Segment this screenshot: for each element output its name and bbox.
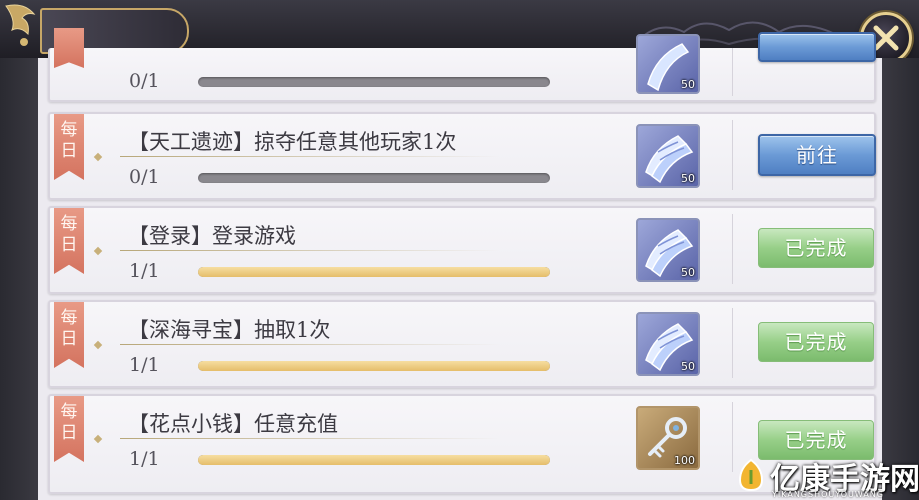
daily-badge xyxy=(54,28,84,68)
daily-badge: 每日 xyxy=(54,302,84,368)
diamond-marker xyxy=(93,434,103,444)
divider xyxy=(732,120,733,190)
task-row: 每日 【深海寻宝】抽取1次 1/1 50 已完成 xyxy=(48,300,876,388)
task-progress-text: 1/1 xyxy=(129,260,160,282)
divider xyxy=(732,402,733,472)
task-progress-bar xyxy=(198,267,550,277)
task-progress-bar xyxy=(198,77,550,87)
daily-badge: 每日 xyxy=(54,208,84,274)
daily-badge: 每日 xyxy=(54,114,84,180)
daily-badge: 每日 xyxy=(54,396,84,462)
reward-count: 100 xyxy=(674,454,695,467)
task-progress-text: 1/1 xyxy=(129,448,160,470)
task-progress-bar xyxy=(198,173,550,183)
task-action-button[interactable]: 已完成 xyxy=(758,322,874,362)
task-progress-fill xyxy=(198,361,550,371)
frame-right xyxy=(880,58,919,500)
title-underline xyxy=(120,156,500,157)
reward-item[interactable]: 50 xyxy=(636,218,700,282)
task-row: 每日 【登录】登录游戏 1/1 50 已完成 xyxy=(48,206,876,294)
task-progress-fill xyxy=(198,267,550,277)
watermark: 亿康手游网 YIKANGSHOUYOUWANG xyxy=(736,452,919,500)
diamond-marker xyxy=(93,246,103,256)
reward-count: 50 xyxy=(681,266,695,279)
task-progress-text: 1/1 xyxy=(129,354,160,376)
watermark-subtext: YIKANGSHOUYOUWANG xyxy=(772,490,884,499)
reward-item[interactable]: 50 xyxy=(636,312,700,376)
divider xyxy=(732,214,733,284)
reward-item[interactable]: 50 xyxy=(636,34,700,94)
reward-count: 50 xyxy=(681,360,695,373)
task-action-button[interactable]: 前往 xyxy=(758,134,876,176)
reward-item[interactable]: 100 xyxy=(636,406,700,470)
task-progress-text: 0/1 xyxy=(129,166,160,188)
task-progress-bar xyxy=(198,361,550,371)
daily-badge-label: 每日 xyxy=(60,214,78,255)
task-title: 【天工遗迹】掠夺任意其他玩家1次 xyxy=(128,130,457,154)
reward-count: 50 xyxy=(681,172,695,185)
task-progress-text: 0/1 xyxy=(129,70,160,92)
frame-left xyxy=(0,58,40,500)
task-action-button[interactable]: 已完成 xyxy=(758,228,874,268)
daily-badge-label: 每日 xyxy=(60,120,78,161)
reward-count: 50 xyxy=(681,78,695,91)
task-progress-fill xyxy=(198,455,550,465)
title-underline xyxy=(120,250,500,251)
task-title: 【登录】登录游戏 xyxy=(128,224,296,248)
divider xyxy=(732,48,733,96)
title-underline xyxy=(120,344,500,345)
divider xyxy=(732,308,733,378)
title-underline xyxy=(120,438,500,439)
diamond-marker xyxy=(93,340,103,350)
task-title: 【深海寻宝】抽取1次 xyxy=(128,318,331,342)
watermark-logo-icon xyxy=(738,458,764,492)
reward-item[interactable]: 50 xyxy=(636,124,700,188)
daily-badge-label: 每日 xyxy=(60,402,78,443)
task-progress-bar xyxy=(198,455,550,465)
diamond-marker xyxy=(93,152,103,162)
task-row: 0/1 50 xyxy=(48,28,876,102)
daily-badge-label: 每日 xyxy=(60,308,78,349)
task-action-button[interactable] xyxy=(758,32,876,62)
task-row: 每日 【天工遗迹】掠夺任意其他玩家1次 0/1 50 前往 xyxy=(48,112,876,200)
task-title: 【花点小钱】任意充值 xyxy=(128,412,338,436)
